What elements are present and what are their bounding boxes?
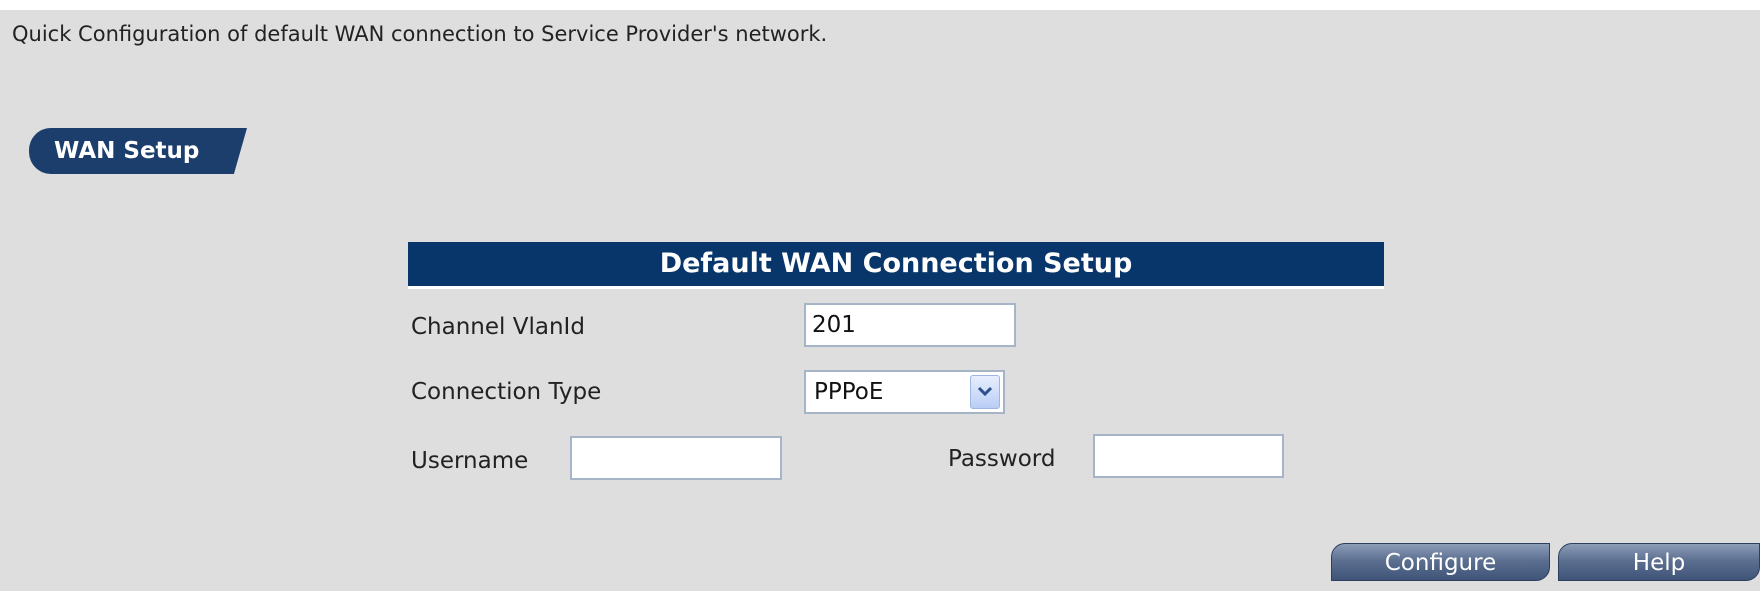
channel-vlanid-input[interactable] — [804, 303, 1016, 347]
connection-type-value: PPPoE — [814, 379, 884, 405]
username-label: Username — [411, 448, 529, 474]
content-panel — [0, 10, 1760, 591]
configure-button[interactable]: Configure — [1331, 543, 1550, 581]
username-input[interactable] — [570, 436, 782, 480]
help-button[interactable]: Help — [1558, 543, 1760, 581]
chevron-down-icon[interactable] — [970, 375, 1000, 409]
intro-text: Quick Configuration of default WAN conne… — [12, 22, 828, 46]
password-input[interactable] — [1093, 434, 1284, 478]
wan-setup-tab: WAN Setup — [29, 128, 247, 174]
password-label: Password — [948, 446, 1056, 472]
connection-type-select[interactable]: PPPoE — [804, 370, 1005, 414]
channel-vlanid-label: Channel VlanId — [411, 314, 585, 340]
connection-type-label: Connection Type — [411, 379, 602, 405]
table-title: Default WAN Connection Setup — [408, 242, 1384, 289]
